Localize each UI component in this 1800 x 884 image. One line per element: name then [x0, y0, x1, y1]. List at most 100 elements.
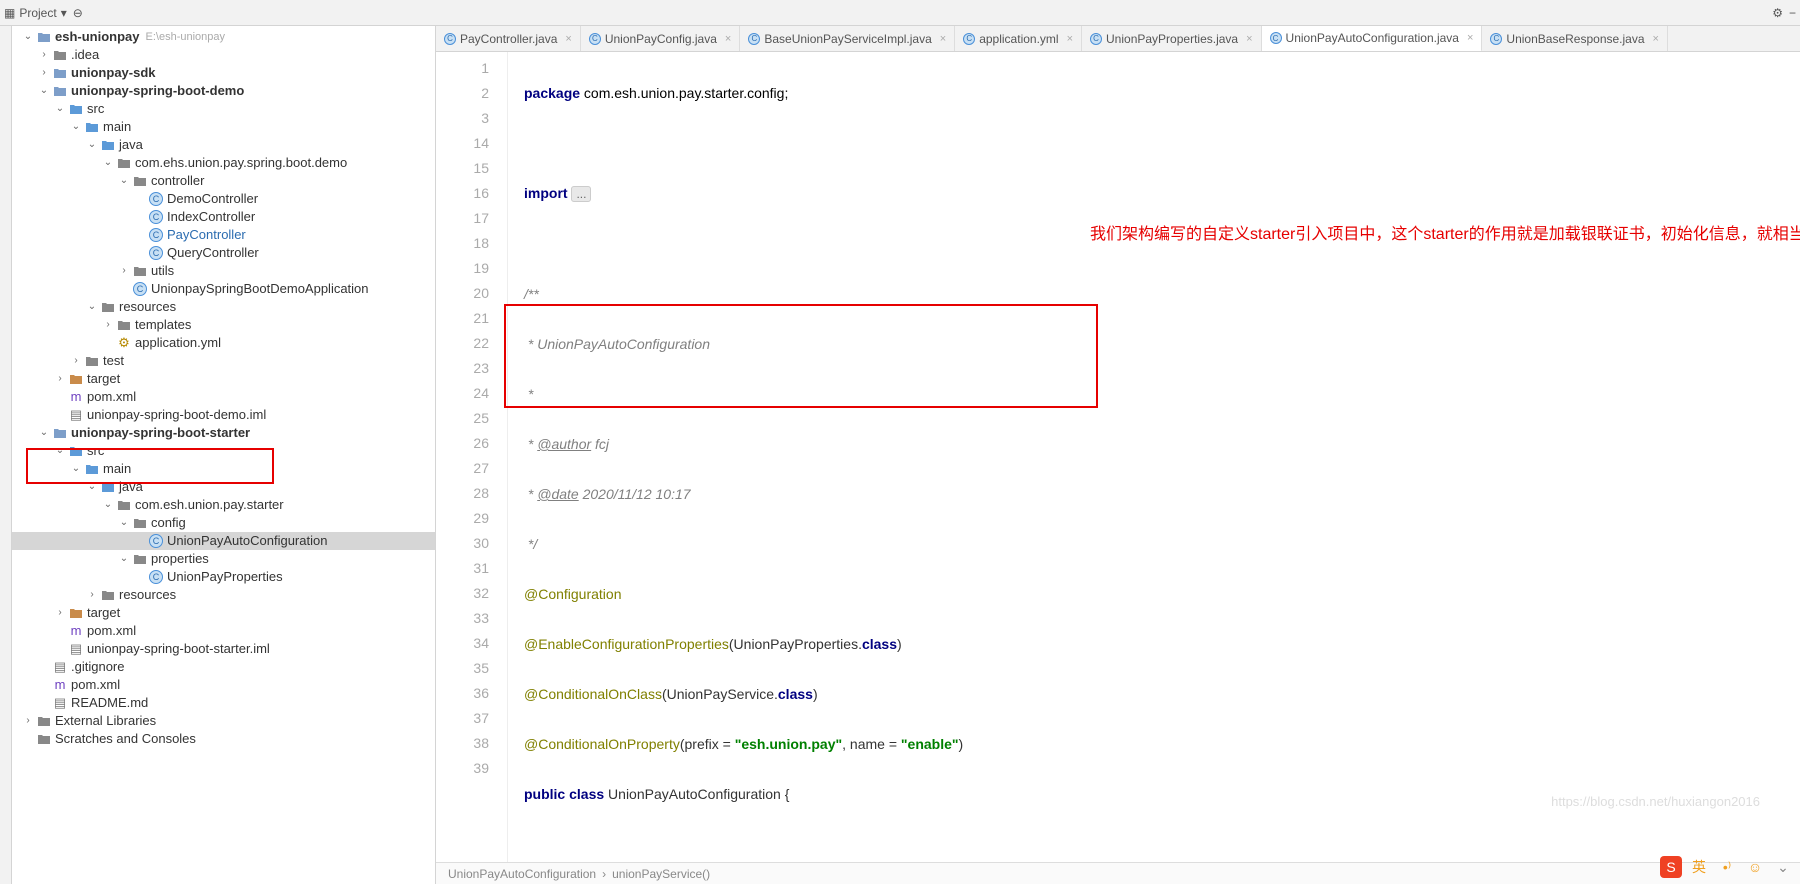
tree-item-com-esh-union-pay-starter[interactable]: ⌄com.esh.union.pay.starter: [12, 496, 435, 514]
tree-item-indexcontroller[interactable]: CIndexController: [12, 208, 435, 226]
close-icon[interactable]: ×: [940, 33, 946, 45]
tree-twisty-icon[interactable]: ›: [52, 370, 68, 388]
tree-item-java[interactable]: ⌄java: [12, 478, 435, 496]
tree-label: target: [87, 370, 120, 388]
tree-twisty-icon[interactable]: ›: [36, 64, 52, 82]
collapse-icon[interactable]: ⊖: [73, 6, 83, 20]
tab-unionpayproperties-java[interactable]: CUnionPayProperties.java×: [1082, 26, 1262, 51]
tree-twisty-icon[interactable]: ›: [84, 586, 100, 604]
breadcrumb-class[interactable]: UnionPayAutoConfiguration: [448, 867, 596, 881]
tree-twisty-icon[interactable]: ⌄: [68, 460, 84, 478]
tree-item-controller[interactable]: ⌄controller: [12, 172, 435, 190]
tree-twisty-icon[interactable]: ⌄: [116, 514, 132, 532]
breadcrumb-method[interactable]: unionPayService(): [612, 867, 710, 881]
tree-twisty-icon[interactable]: ⌄: [100, 496, 116, 514]
tree-item-unionpay-spring-boot-starter[interactable]: ⌄ unionpay-spring-boot-starter: [12, 424, 435, 442]
tree-item-com-ehs-union-pay-spring-boot-demo[interactable]: ⌄com.ehs.union.pay.spring.boot.demo: [12, 154, 435, 172]
tree-item-templates[interactable]: ›templates: [12, 316, 435, 334]
tree-twisty-icon[interactable]: ⌄: [36, 424, 52, 442]
tree-item-application-yml[interactable]: ⚙application.yml: [12, 334, 435, 352]
tool-window-stripe[interactable]: [0, 26, 12, 884]
tree-item-unionpay-spring-boot-starter-iml[interactable]: ▤unionpay-spring-boot-starter.iml: [12, 640, 435, 658]
tree-item-paycontroller[interactable]: CPayController: [12, 226, 435, 244]
tree-twisty-icon[interactable]: ⌄: [36, 82, 52, 100]
tree-twisty-icon[interactable]: ›: [36, 46, 52, 64]
tree-item-unionpayproperties[interactable]: CUnionPayProperties: [12, 568, 435, 586]
tree-twisty-icon[interactable]: ⌄: [100, 154, 116, 172]
tree-twisty-icon[interactable]: ›: [100, 316, 116, 334]
tree-item-querycontroller[interactable]: CQueryController: [12, 244, 435, 262]
tab-paycontroller-java[interactable]: CPayController.java×: [436, 26, 581, 51]
tree-item-unionpayspringbootdemoapplication[interactable]: CUnionpaySpringBootDemoApplication: [12, 280, 435, 298]
code-editor[interactable]: package com.esh.union.pay.starter.config…: [508, 52, 1800, 862]
tree-item-external-libraries[interactable]: ›External Libraries: [12, 712, 435, 730]
tab-unionpayconfig-java[interactable]: CUnionPayConfig.java×: [581, 26, 741, 51]
tree-label: IndexController: [167, 208, 255, 226]
close-icon[interactable]: ×: [1653, 33, 1659, 45]
tree-item-unionpay-spring-boot-demo-iml[interactable]: ▤unionpay-spring-boot-demo.iml: [12, 406, 435, 424]
tree-twisty-icon[interactable]: ⌄: [84, 478, 100, 496]
tray-icon-2[interactable]: 英: [1688, 856, 1710, 878]
tree-item-resources[interactable]: ›resources: [12, 586, 435, 604]
tree-item-config[interactable]: ⌄config: [12, 514, 435, 532]
close-icon[interactable]: ×: [725, 33, 731, 45]
tree-twisty-icon[interactable]: ⌄: [68, 118, 84, 136]
tree-item-java[interactable]: ⌄java: [12, 136, 435, 154]
tray-icon-1[interactable]: S: [1660, 856, 1682, 878]
tree-item--gitignore[interactable]: ▤.gitignore: [12, 658, 435, 676]
close-icon[interactable]: ×: [1467, 32, 1473, 44]
close-icon[interactable]: ×: [1246, 33, 1252, 45]
hide-icon[interactable]: −: [1789, 6, 1796, 20]
tab-application-yml[interactable]: Capplication.yml×: [955, 26, 1082, 51]
tree-twisty-icon[interactable]: ›: [68, 352, 84, 370]
tree-label: test: [103, 352, 124, 370]
tree-item-main[interactable]: ⌄main: [12, 460, 435, 478]
tree-item-readme-md[interactable]: ▤README.md: [12, 694, 435, 712]
tree-item-unionpay-sdk[interactable]: ›unionpay-sdk: [12, 64, 435, 82]
tray-icon-5[interactable]: ⌄: [1772, 856, 1794, 878]
tree-twisty-icon[interactable]: ⌄: [52, 442, 68, 460]
tree-item-resources[interactable]: ⌄resources: [12, 298, 435, 316]
tree-item-src[interactable]: ⌄ src: [12, 442, 435, 460]
tree-item-target[interactable]: › target: [12, 370, 435, 388]
tree-item-utils[interactable]: ›utils: [12, 262, 435, 280]
tree-label: unionpay-spring-boot-starter: [71, 424, 250, 442]
tree-twisty-icon[interactable]: ⌄: [84, 136, 100, 154]
close-icon[interactable]: ×: [565, 33, 571, 45]
tree-item-scratches-and-consoles[interactable]: Scratches and Consoles: [12, 730, 435, 748]
tab-baseunionpayserviceimpl-java[interactable]: CBaseUnionPayServiceImpl.java×: [740, 26, 955, 51]
tree-twisty-icon[interactable]: ⌄: [52, 100, 68, 118]
tree-item-pom-xml[interactable]: mpom.xml: [12, 388, 435, 406]
tree-item-unionpayautoconfiguration[interactable]: CUnionPayAutoConfiguration: [12, 532, 435, 550]
gear-icon[interactable]: ⚙: [1772, 6, 1783, 20]
tree-twisty-icon[interactable]: ›: [52, 604, 68, 622]
tree-twisty-icon[interactable]: ⌄: [116, 172, 132, 190]
tray-icon-4[interactable]: ☺: [1744, 856, 1766, 878]
tree-item-properties[interactable]: ⌄properties: [12, 550, 435, 568]
folder-open-icon: [52, 83, 68, 99]
tree-twisty-icon[interactable]: ⌄: [116, 550, 132, 568]
tree-item--idea[interactable]: ›.idea: [12, 46, 435, 64]
tree-item-src[interactable]: ⌄src: [12, 100, 435, 118]
tree-item-target[interactable]: ›target: [12, 604, 435, 622]
folded-imports[interactable]: ...: [571, 186, 591, 202]
tree-item-pom-xml[interactable]: mpom.xml: [12, 676, 435, 694]
tree-twisty-icon[interactable]: ›: [116, 262, 132, 280]
tray-icon-3[interactable]: •⁾: [1716, 856, 1738, 878]
project-dropdown[interactable]: ▦ Project ▾: [4, 6, 67, 20]
file-java-icon: C: [148, 569, 164, 585]
tree-item-democontroller[interactable]: CDemoController: [12, 190, 435, 208]
tree-twisty-icon[interactable]: ⌄: [84, 298, 100, 316]
tree-item-test[interactable]: › test: [12, 352, 435, 370]
tab-unionpayautoconfiguration-java[interactable]: CUnionPayAutoConfiguration.java×: [1262, 26, 1483, 52]
tree-item-unionpay-spring-boot-demo[interactable]: ⌄unionpay-spring-boot-demo: [12, 82, 435, 100]
tree-item-main[interactable]: ⌄main: [12, 118, 435, 136]
tab-unionbaseresponse-java[interactable]: CUnionBaseResponse.java×: [1482, 26, 1668, 51]
tree-twisty-icon[interactable]: ⌄: [20, 28, 36, 46]
folder-closed-icon: [52, 47, 68, 63]
tree-item-pom-xml[interactable]: mpom.xml: [12, 622, 435, 640]
tree-item-esh-unionpay[interactable]: ⌄esh-unionpayE:\esh-unionpay: [12, 28, 435, 46]
tree-twisty-icon[interactable]: ›: [20, 712, 36, 730]
tree-label: src: [87, 442, 104, 460]
close-icon[interactable]: ×: [1067, 33, 1073, 45]
